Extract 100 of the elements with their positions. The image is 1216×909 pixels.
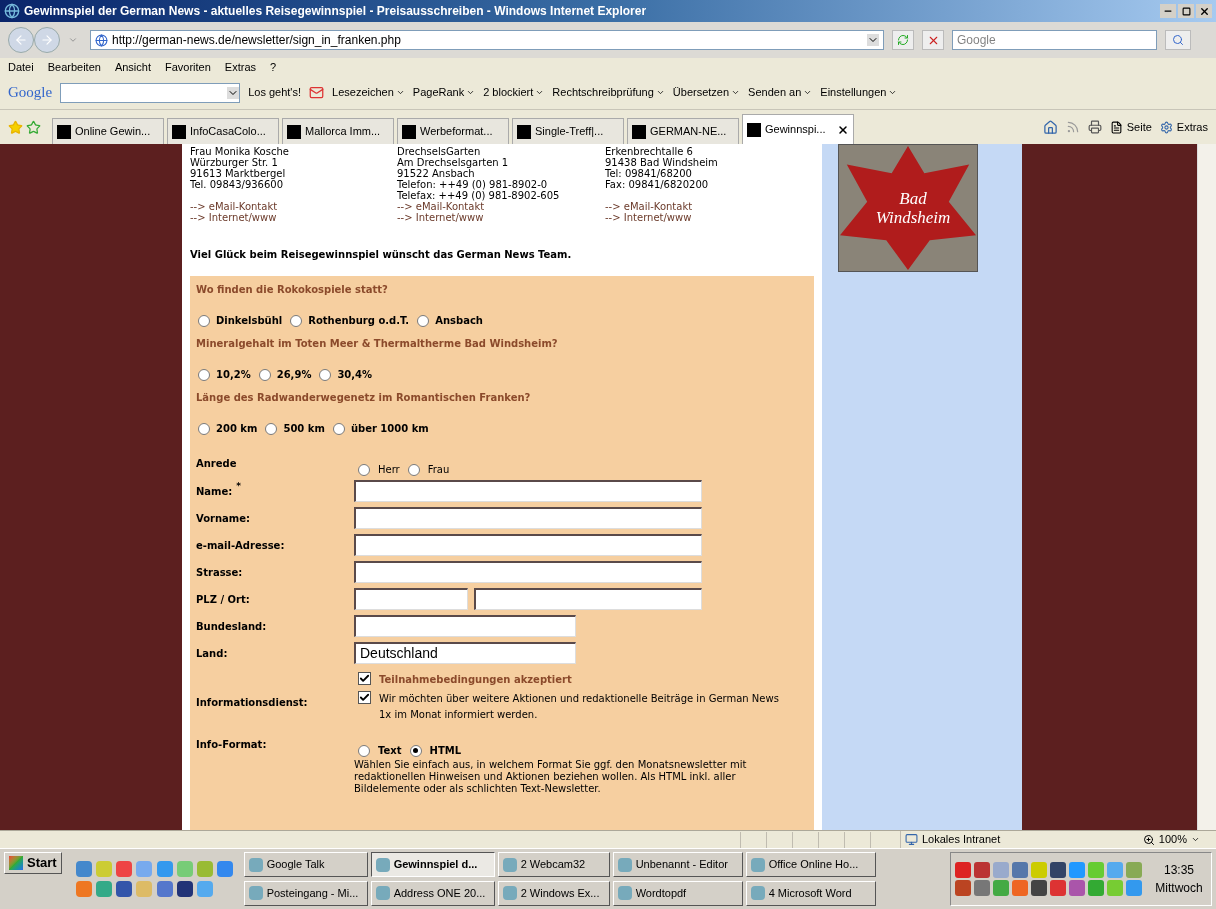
toolbar-button[interactable]: Übersetzen <box>672 84 741 101</box>
input-field[interactable] <box>354 507 702 529</box>
tray-icon[interactable] <box>955 880 971 896</box>
minimize-button[interactable] <box>1160 4 1176 18</box>
checkbox[interactable] <box>358 672 371 685</box>
checkbox[interactable] <box>358 691 371 704</box>
refresh-button[interactable] <box>892 30 914 50</box>
radio-button[interactable] <box>198 314 210 327</box>
restore-button[interactable] <box>1178 4 1194 18</box>
google-search-field[interactable] <box>60 82 241 103</box>
tray-icon[interactable] <box>1012 880 1028 896</box>
browser-tab[interactable]: Online Gewin... <box>52 118 164 144</box>
input-field[interactable]: Deutschland <box>354 642 576 664</box>
toolbar-button[interactable]: Rechtschreibprüfung <box>552 84 665 101</box>
feed-icon[interactable] <box>1065 120 1080 134</box>
tray-icon[interactable] <box>974 862 990 878</box>
menu-item[interactable]: Bearbeiten <box>47 58 101 76</box>
start-button[interactable]: Start <box>4 852 62 874</box>
tray-icon[interactable] <box>1012 862 1028 878</box>
menu-item[interactable]: Datei <box>8 58 34 76</box>
search-button[interactable] <box>1165 30 1191 50</box>
menu-item[interactable]: Extras <box>224 58 257 76</box>
tray-icon[interactable] <box>1069 862 1085 878</box>
zoom-button[interactable]: 100% <box>1142 831 1200 848</box>
contact-link[interactable]: --> eMail-Kontakt <box>397 201 605 212</box>
toolbar-button[interactable]: Lesezeichen <box>332 84 405 101</box>
toolbar-button[interactable]: 2 blockiert <box>483 84 545 101</box>
back-button[interactable] <box>8 27 34 53</box>
toolbar-button[interactable]: Einstellungen <box>820 84 898 101</box>
taskbar-button[interactable]: Office Online Ho... <box>745 852 876 877</box>
taskbar-button[interactable]: Google Talk <box>243 852 368 877</box>
print-icon[interactable] <box>1087 120 1102 134</box>
tray-icon[interactable] <box>955 862 971 878</box>
input-field[interactable] <box>354 588 468 610</box>
dropdown-icon[interactable] <box>867 34 879 46</box>
browser-tab[interactable]: Single-Treff|... <box>512 118 624 144</box>
input-field[interactable] <box>354 534 702 556</box>
scrollbar[interactable] <box>1197 144 1216 830</box>
contact-link[interactable]: --> Internet/www <box>605 212 815 223</box>
browser-tab[interactable]: Gewinnspi... <box>742 114 854 144</box>
mail-icon[interactable] <box>309 85 325 100</box>
browser-tab[interactable]: GERMAN-NE... <box>627 118 739 144</box>
taskbar-button[interactable]: Wordtopdf <box>612 880 743 906</box>
contact-link[interactable]: --> Internet/www <box>397 212 605 223</box>
stop-button[interactable] <box>922 30 944 50</box>
menu-item[interactable]: Ansicht <box>114 58 151 76</box>
toolbar-button[interactable]: Senden an <box>748 84 813 101</box>
contact-link[interactable]: --> eMail-Kontakt <box>190 201 397 212</box>
forward-button[interactable] <box>34 27 60 53</box>
input-field[interactable] <box>474 588 702 610</box>
add-favorites-icon[interactable] <box>26 119 41 135</box>
address-field[interactable]: http://german-news.de/newsletter/sign_in_franken.php <box>90 30 884 50</box>
tray-icon[interactable] <box>993 880 1009 896</box>
quick-launch-icon[interactable] <box>116 881 133 897</box>
taskbar-button[interactable]: Posteingang - Mi... <box>243 880 368 906</box>
favorites-star-icon[interactable] <box>8 119 23 135</box>
go-button[interactable]: Los geht's! <box>248 84 302 101</box>
taskbar-button[interactable]: Gewinnspiel d... <box>370 852 495 877</box>
browser-tab[interactable]: Mallorca Imm... <box>282 118 394 144</box>
taskbar-button[interactable]: 2 Windows Ex... <box>497 880 610 906</box>
radio-button[interactable] <box>332 422 345 435</box>
tray-icon[interactable] <box>1031 880 1047 896</box>
radio-button[interactable] <box>407 463 420 476</box>
home-icon[interactable] <box>1042 119 1058 135</box>
input-field[interactable] <box>354 480 702 502</box>
contact-link[interactable]: --> Internet/www <box>190 212 397 223</box>
tray-icon[interactable] <box>1050 880 1066 896</box>
quick-launch-icon[interactable] <box>176 881 193 897</box>
menu-item[interactable]: Favoriten <box>165 58 211 76</box>
history-dropdown-icon[interactable] <box>68 35 78 45</box>
toolbar-button[interactable]: PageRank <box>412 84 476 101</box>
input-field[interactable] <box>354 561 702 583</box>
browser-tab[interactable]: Werbeformat... <box>397 118 509 144</box>
radio-button[interactable] <box>409 744 422 757</box>
command-button[interactable]: Extras <box>1159 118 1208 136</box>
contact-link[interactable]: --> eMail-Kontakt <box>605 201 815 212</box>
radio-button[interactable] <box>265 422 278 435</box>
radio-button[interactable] <box>319 368 332 381</box>
taskbar-button[interactable]: Unbenannt - Editor <box>612 852 743 877</box>
command-button[interactable]: Seite <box>1109 118 1152 136</box>
tray-icon[interactable] <box>1126 880 1142 896</box>
close-button[interactable] <box>1196 4 1212 18</box>
taskbar-button[interactable]: 4 Microsoft Word <box>745 880 876 906</box>
radio-button[interactable] <box>358 463 370 476</box>
taskbar-button[interactable]: Address ONE 20... <box>370 880 495 906</box>
browser-tab[interactable]: InfoCasaColo... <box>167 118 279 144</box>
menu-item[interactable]: ? <box>270 58 277 76</box>
radio-button[interactable] <box>290 314 303 327</box>
tray-icon[interactable] <box>974 880 990 896</box>
taskbar-button[interactable]: 2 Webcam32 <box>497 852 610 877</box>
radio-button[interactable] <box>358 744 370 757</box>
radio-button[interactable] <box>198 368 210 381</box>
radio-button[interactable] <box>417 314 430 327</box>
tray-icon[interactable] <box>1126 862 1142 878</box>
radio-button[interactable] <box>258 368 271 381</box>
tray-icon[interactable] <box>1050 862 1066 878</box>
tray-icon[interactable] <box>1069 880 1085 896</box>
tray-icon[interactable] <box>1088 880 1104 896</box>
input-field[interactable] <box>354 615 576 637</box>
search-field[interactable]: Google <box>952 30 1157 50</box>
